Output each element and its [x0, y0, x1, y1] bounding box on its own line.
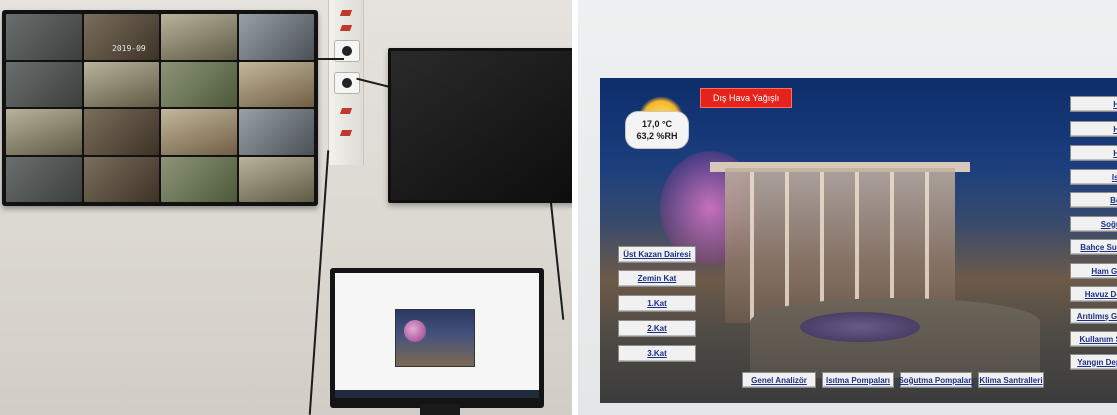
right-photo: Dış Hava Yağışlı 17,0 °C 63,2 %RH Üst Ka… [578, 0, 1117, 415]
camera-feed [238, 61, 314, 107]
building-column [820, 172, 824, 322]
strip-mark [339, 10, 353, 16]
system-button-kullanim-suyu[interactable]: Kullanım Suyu [1070, 331, 1117, 347]
camera-feed [161, 109, 237, 155]
cctv-timestamp: 2019-09 [112, 44, 146, 53]
system-button-havuz-denge[interactable]: Havuz Denge [1070, 286, 1117, 302]
cctv-monitor: 2019-09 [2, 10, 318, 206]
camera-feed [6, 61, 82, 107]
floor-button-3[interactable]: 3.Kat [618, 345, 696, 362]
scada-screen: Dış Hava Yağışlı 17,0 °C 63,2 %RH Üst Ka… [600, 78, 1117, 403]
system-button-sogutma[interactable]: Soğutma [1070, 216, 1117, 232]
system-button-aritilmis-gri-su[interactable]: Arıtılmış Gri Su [1070, 308, 1117, 324]
system-button-ham-gri-su[interactable]: Ham Gri Su [1070, 263, 1117, 279]
desktop-screen [335, 273, 539, 398]
strip-mark [339, 25, 353, 31]
camera-feed [83, 61, 159, 107]
system-button-boyler[interactable]: Boyler [1070, 192, 1117, 208]
camera-feed [161, 61, 237, 107]
taskbar [335, 390, 539, 398]
camera-feed [6, 109, 82, 155]
monitor-stand [420, 404, 460, 415]
bottom-button-isitma-pompalari[interactable]: Isıtma Pompaları [822, 372, 894, 388]
cable [318, 58, 344, 60]
camera-feed [238, 156, 314, 202]
temperature-value: 17,0 °C [641, 119, 673, 129]
system-button-isitma[interactable]: Isıtma [1070, 169, 1117, 185]
power-strip [328, 0, 364, 165]
camera-feed [83, 109, 159, 155]
system-button-bahce-sulama[interactable]: Bahçe Sulama [1070, 239, 1117, 255]
camera-feed [83, 156, 159, 202]
pond [800, 312, 920, 342]
weather-status-badge: Dış Hava Yağışlı [700, 88, 793, 108]
bottom-button-klima-santralleri[interactable]: Klima Santralleri [978, 372, 1044, 388]
camera-feed [161, 14, 237, 60]
humidity-value: 63,2 %RH [636, 131, 678, 141]
strip-mark [339, 108, 353, 114]
bottom-button-genel-analizor[interactable]: Genel Analizör [742, 372, 816, 388]
desktop-monitor [330, 268, 544, 408]
power-socket [334, 72, 360, 94]
strip-mark [339, 130, 353, 136]
building-column [785, 172, 789, 322]
left-photo: 2019-09 [0, 0, 572, 415]
system-button-ht03[interactable]: HT-03 [1070, 145, 1117, 161]
weather-readout: 17,0 °C 63,2 %RH [626, 112, 688, 148]
floor-button-2[interactable]: 2.Kat [618, 320, 696, 337]
floor-button-zemin[interactable]: Zemin Kat [618, 270, 696, 287]
camera-feed [238, 109, 314, 155]
bottom-button-sogutma-pompalari[interactable]: Soğutma Pompaları [898, 372, 974, 388]
camera-feed [6, 156, 82, 202]
camera-feed [161, 156, 237, 202]
building-column [750, 172, 754, 322]
scada-thumbnail [395, 309, 475, 367]
camera-grid [6, 14, 314, 202]
system-button-ht01[interactable]: HT-01 [1070, 96, 1117, 112]
system-button-ht02[interactable]: HT-02 [1070, 121, 1117, 137]
camera-feed [238, 14, 314, 60]
system-button-yangin-deposu[interactable]: Yangın Deposu [1070, 354, 1117, 370]
black-tv [388, 48, 572, 203]
floor-button-ust-kazan[interactable]: Üst Kazan Dairesi [618, 246, 696, 263]
cable [549, 200, 565, 320]
camera-feed [6, 14, 82, 60]
floor-button-1[interactable]: 1.Kat [618, 295, 696, 312]
